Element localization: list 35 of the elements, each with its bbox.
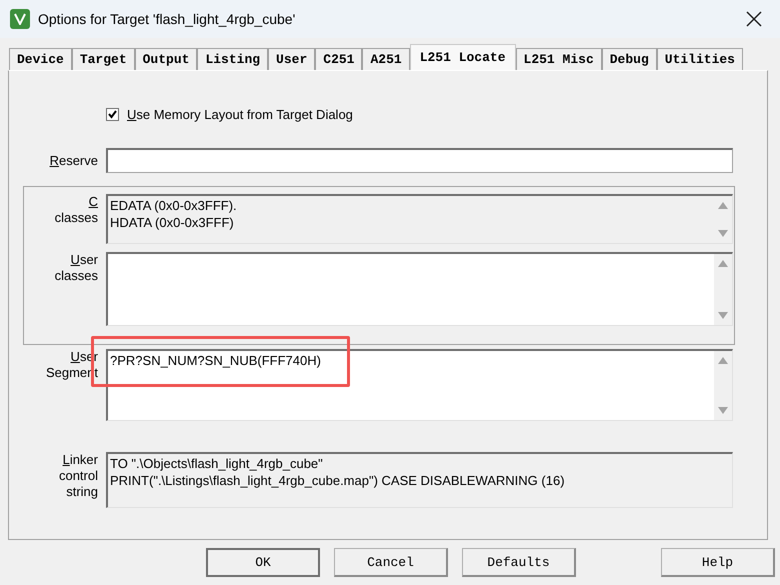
tab[interactable]: L251 Misc [516,48,602,70]
field-label: Reserve [48,152,98,168]
dialog-button[interactable]: Cancel [334,548,448,577]
app-icon [10,9,30,29]
dialog-button[interactable]: Help [661,548,775,577]
tab[interactable]: Debug [602,48,657,70]
text-area[interactable]: ?PR?SN_NUM?SN_NUB(FFF740H) [106,349,733,421]
tab[interactable]: Target [72,48,135,70]
tab[interactable]: Device [9,48,72,70]
scroll-up-icon[interactable] [718,202,728,209]
scroll-down-icon[interactable] [718,407,728,414]
text-area[interactable]: EDATA (0x0-0x3FFF). HDATA (0x0-0x3FFF) [106,194,733,244]
tab[interactable]: Listing [197,48,268,70]
dialog-button[interactable]: OK [206,548,320,577]
tab[interactable]: Output [134,48,198,70]
scroll-down-icon[interactable] [718,230,728,237]
tab[interactable]: L251 Locate [410,44,516,70]
checkbox[interactable] [106,108,119,120]
dialog-button[interactable]: Defaults [462,548,576,577]
field-label: Linker control string [58,452,98,500]
checkbox-label[interactable]: Use Memory Layout from Target Dialog [127,106,353,122]
tab[interactable]: C251 [315,48,362,70]
window-title: Options for Target 'flash_light_4rgb_cube' [38,11,296,27]
text-area[interactable]: TO ".\Objects\flash_light_4rgb_cube" PRINT(".\Listings\flash_light_4rgb_cube.map") CASE DISABLEWARNING (16) [106,452,733,508]
tab[interactable]: Utilities [656,48,743,70]
scroll-down-icon[interactable] [718,312,728,319]
scroll-up-icon[interactable] [718,357,728,364]
scroll-up-icon[interactable] [718,260,728,267]
field-label: C classes [54,194,98,226]
text-area[interactable] [106,252,733,326]
tab[interactable]: User [268,48,316,70]
tab[interactable]: A251 [362,48,410,70]
close-icon[interactable] [744,9,764,29]
input-field[interactable] [106,148,733,173]
field-label: User classes [54,252,98,284]
